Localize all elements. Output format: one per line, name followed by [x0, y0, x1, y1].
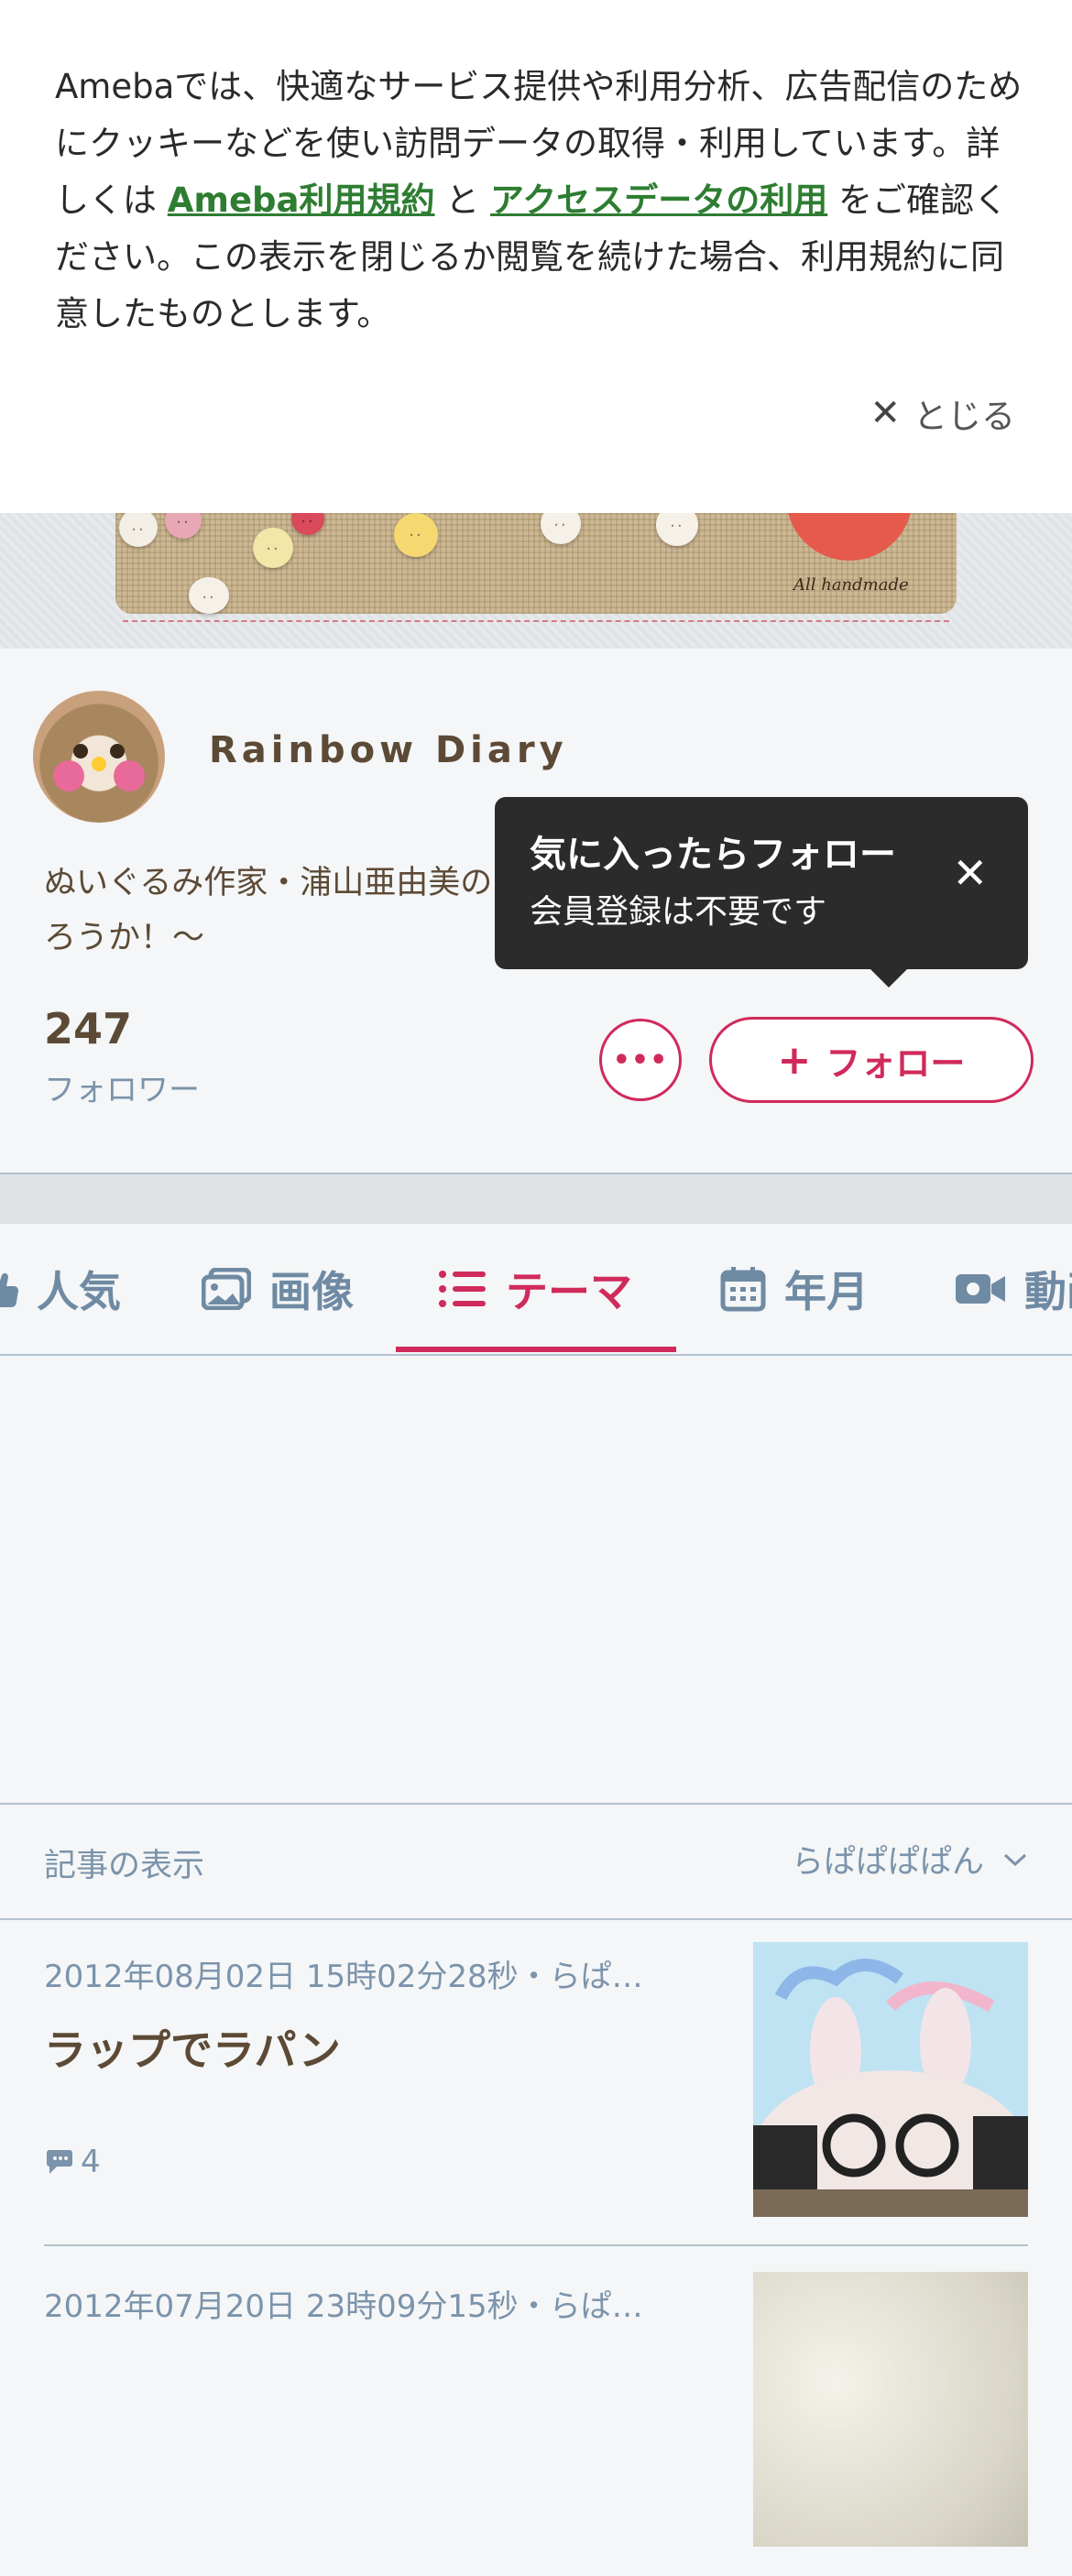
plus-icon: +: [777, 1036, 812, 1084]
list-icon: [439, 1271, 486, 1307]
tooltip-title: 気に入ったらフォロー: [530, 834, 896, 876]
article-title[interactable]: ラップでラパン: [44, 2017, 341, 2078]
image-icon: [202, 1268, 251, 1310]
follow-button-label: フォロー: [826, 1042, 966, 1084]
calendar-icon: [720, 1267, 766, 1312]
avatar-cheek: [114, 760, 145, 791]
blog-title[interactable]: Rainbow Diary: [209, 729, 568, 771]
button-decoration: [189, 577, 229, 614]
follower-label[interactable]: フォロワー: [44, 1064, 200, 1109]
article-item[interactable]: 2012年07月20日 23時09分15秒・らぱ…: [0, 2246, 1072, 2576]
comment-icon: [47, 2150, 72, 2174]
theme-select-value: らぱぱぱぱん: [791, 1844, 984, 1881]
active-tab-indicator: [396, 1347, 676, 1352]
cookie-consent-banner: Amebaでは、快適なサービス提供や利用分析、広告配信のためにクッキーなどを使い…: [0, 0, 1072, 513]
section-divider-band: [0, 1173, 1072, 1226]
tab-video[interactable]: 動画: [955, 1224, 1072, 1354]
tab-label: 動画: [1024, 1267, 1072, 1316]
article-date: 2012年08月02日 15時02分28秒・らぱ…: [44, 1959, 643, 1995]
blog-tabs: 人気 画像 テーマ 年月 動画: [0, 1224, 1072, 1356]
video-icon: [956, 1274, 1005, 1304]
cookie-close-button[interactable]: ✕ とじる: [870, 388, 1015, 438]
follow-button[interactable]: + フォロー: [709, 1017, 1034, 1103]
comment-count-value: 4: [81, 2144, 101, 2180]
follower-count[interactable]: 247: [44, 1004, 132, 1053]
tab-label: テーマ: [506, 1267, 632, 1316]
avatar-eye: [73, 744, 88, 759]
close-icon: ✕: [870, 392, 901, 434]
terms-link[interactable]: Ameba利用規約: [168, 180, 435, 220]
button-decoration: [119, 508, 158, 547]
tab-label: 人気: [37, 1267, 121, 1316]
tab-label: 画像: [269, 1267, 354, 1316]
tooltip-subtitle: 会員登録は不要です: [530, 893, 827, 931]
tab-theme[interactable]: テーマ: [438, 1224, 632, 1354]
avatar-cheek: [53, 760, 84, 791]
follow-tooltip: 気に入ったらフォロー 会員登録は不要です ✕: [495, 797, 1028, 988]
more-options-button[interactable]: •••: [599, 1019, 682, 1101]
avatar-eye: [110, 744, 125, 759]
sort-label: 記事の表示: [44, 1848, 205, 1884]
access-data-link[interactable]: アクセスデータの利用: [490, 180, 827, 220]
article-thumbnail[interactable]: [753, 1942, 1028, 2217]
tab-popular[interactable]: 人気: [0, 1224, 121, 1354]
tab-label: 年月: [784, 1267, 869, 1316]
article-item[interactable]: 2012年08月02日 15時02分28秒・らぱ… ラップでラパン 4: [0, 1916, 1072, 2246]
avatar[interactable]: [33, 691, 165, 823]
theme-content-area: [0, 1356, 1072, 1803]
button-decoration: [394, 513, 438, 557]
tooltip-close-icon[interactable]: ✕: [952, 848, 988, 898]
popular-icon: [0, 1272, 18, 1307]
cookie-notice-text: Amebaでは、快適なサービス提供や利用分析、広告配信のためにクッキーなどを使い…: [55, 59, 1026, 343]
chevron-down-icon: [1003, 1853, 1027, 1866]
cookie-text-part: と: [434, 180, 491, 220]
stitch-line: [123, 620, 949, 622]
button-decoration: [253, 528, 293, 568]
thumbnail-image: [753, 1942, 1028, 2217]
cookie-close-label: とじる: [913, 397, 1015, 436]
tab-images[interactable]: 画像: [202, 1224, 354, 1354]
comment-count[interactable]: 4: [44, 2144, 101, 2180]
article-thumbnail[interactable]: [753, 2272, 1028, 2547]
avatar-nose: [92, 757, 106, 771]
stamp-label: All handmade: [793, 575, 909, 595]
sort-bar: 記事の表示 らぱぱぱぱん: [0, 1803, 1072, 1920]
theme-select[interactable]: らぱぱぱぱん: [792, 1836, 1028, 1883]
tab-calendar[interactable]: 年月: [720, 1224, 869, 1354]
